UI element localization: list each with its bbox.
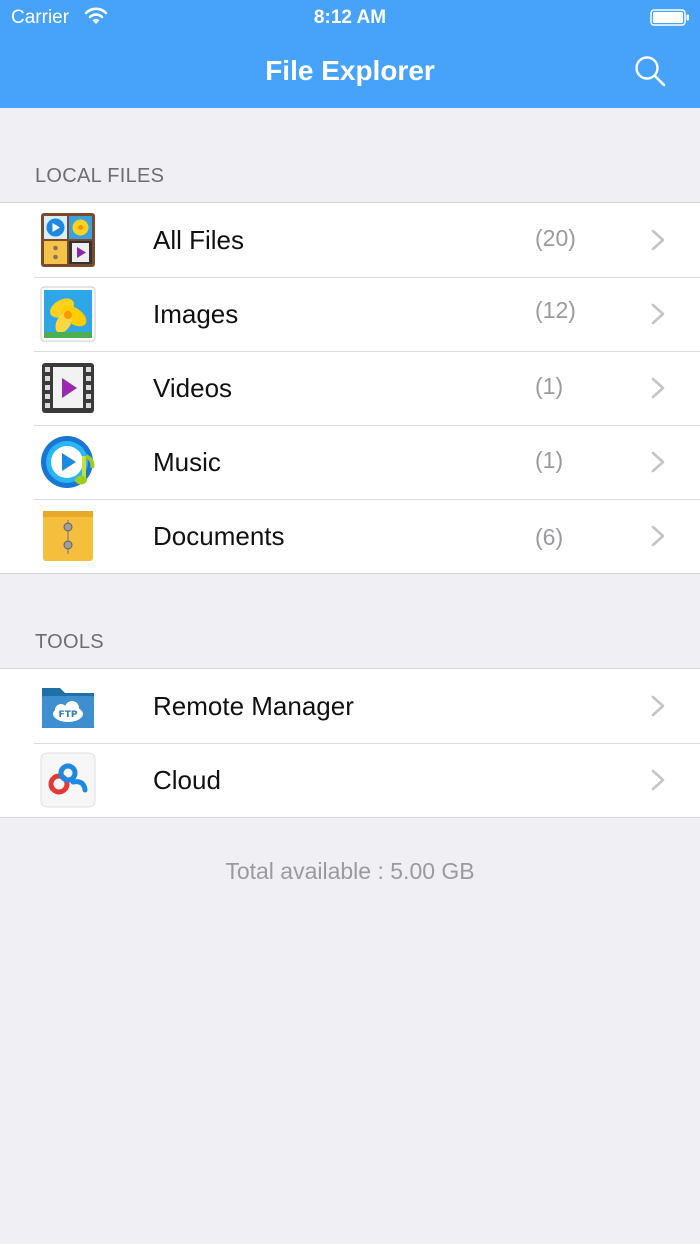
battery-icon xyxy=(650,9,689,26)
section-header-tools: TOOLS xyxy=(35,631,104,653)
list-item-images[interactable]: Images (12) xyxy=(0,277,700,351)
chevron-right-icon xyxy=(651,303,665,325)
list-item-label: Cloud xyxy=(153,765,221,795)
videos-icon xyxy=(42,363,94,413)
all-files-icon xyxy=(41,213,95,267)
list-item-label: Images xyxy=(153,299,239,329)
chevron-right-icon xyxy=(651,769,665,791)
item-count: (20) xyxy=(535,225,576,251)
documents-icon xyxy=(43,511,93,561)
section-header-local-files: LOCAL FILES xyxy=(35,165,165,187)
list-item-documents[interactable]: Documents (6) xyxy=(0,499,700,573)
local-files-list: All Files (20) Images (12) Videos (1) Mu… xyxy=(0,202,700,574)
list-item-cloud[interactable]: Cloud xyxy=(0,743,700,817)
list-item-label: All Files xyxy=(153,225,245,255)
list-item-videos[interactable]: Videos (1) xyxy=(0,351,700,425)
chevron-right-icon xyxy=(651,451,665,473)
list-item-music[interactable]: Music (1) xyxy=(0,425,700,499)
item-count: (1) xyxy=(535,447,564,473)
ftp-folder-icon: FTP xyxy=(42,688,94,728)
list-item-all-files[interactable]: All Files (20) xyxy=(0,203,700,277)
chevron-right-icon xyxy=(651,229,665,251)
tools-list: FTP Remote Manager Cloud xyxy=(0,668,700,818)
item-count: (6) xyxy=(535,524,564,550)
list-item-label: Documents xyxy=(153,521,285,551)
status-time: 8:12 AM xyxy=(313,7,387,28)
images-icon xyxy=(40,286,96,342)
storage-available-label: Total available : 5.00 GB xyxy=(225,858,475,884)
cloud-icon xyxy=(40,752,96,808)
navigation-bar: Carrier 8:12 AM File Explorer xyxy=(0,0,700,108)
search-icon[interactable] xyxy=(632,53,668,89)
list-item-label: Videos xyxy=(153,373,233,403)
chevron-right-icon xyxy=(651,695,665,717)
list-item-label: Remote Manager xyxy=(153,691,354,721)
item-count: (1) xyxy=(535,373,564,399)
list-item-label: Music xyxy=(153,447,221,477)
chevron-right-icon xyxy=(651,377,665,399)
chevron-right-icon xyxy=(651,525,665,547)
status-bar: Carrier 8:12 AM xyxy=(0,0,700,36)
music-icon xyxy=(41,436,95,488)
svg-text:FTP: FTP xyxy=(59,710,78,720)
item-count: (12) xyxy=(535,297,576,323)
page-title: File Explorer xyxy=(265,55,435,86)
list-item-remote-manager[interactable]: FTP Remote Manager xyxy=(0,669,700,743)
